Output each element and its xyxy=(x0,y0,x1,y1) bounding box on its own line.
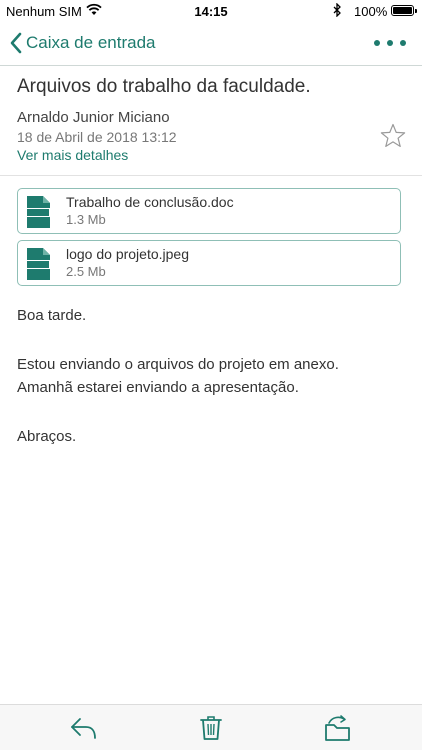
bluetooth-icon xyxy=(333,2,342,20)
attachment-name: Trabalho de conclusão.doc xyxy=(66,194,234,210)
navigation-bar: Caixa de entrada xyxy=(0,22,422,66)
email-sender: Arnaldo Junior Miciano xyxy=(17,109,170,126)
attachment-item[interactable]: logo do projeto.jpeg 2.5 Mb xyxy=(17,240,401,286)
battery-icon xyxy=(391,5,417,16)
bottom-toolbar xyxy=(0,704,422,750)
reply-icon xyxy=(71,718,96,739)
status-bar: Nenhum SIM 14:15 100% xyxy=(0,0,422,22)
document-icon xyxy=(24,247,52,286)
reply-button[interactable] xyxy=(69,714,99,742)
back-button-label: Caixa de entrada xyxy=(26,33,156,52)
more-details-link[interactable]: Ver mais detalhes xyxy=(17,147,128,163)
star-icon[interactable] xyxy=(380,123,406,153)
chevron-left-icon xyxy=(10,32,22,54)
battery-percent: 100% xyxy=(354,4,388,19)
trash-icon xyxy=(200,716,222,740)
attachment-size: 1.3 Mb xyxy=(66,212,106,227)
move-to-folder-icon xyxy=(325,715,350,741)
more-dot-icon xyxy=(400,40,406,46)
more-options-button[interactable] xyxy=(374,36,406,50)
email-subject: Arquivos do trabalho da faculdade. xyxy=(17,76,311,97)
document-icon xyxy=(24,195,52,234)
email-date: 18 de Abril de 2018 13:12 xyxy=(17,129,177,145)
move-to-folder-button[interactable] xyxy=(323,714,353,742)
attachment-name: logo do projeto.jpeg xyxy=(66,246,189,262)
email-body-line: Abraços. xyxy=(17,428,77,445)
delete-button[interactable] xyxy=(196,714,226,742)
email-body-line: Amanhã estarei enviando a apresentação. xyxy=(17,379,299,396)
email-body-line: Boa tarde. xyxy=(17,307,87,324)
email-header: Arquivos do trabalho da faculdade. Arnal… xyxy=(0,66,422,176)
attachment-size: 2.5 Mb xyxy=(66,264,106,279)
email-body-line: Estou enviando o arquivos do projeto em … xyxy=(17,356,339,373)
more-dot-icon xyxy=(374,40,380,46)
more-dot-icon xyxy=(387,40,393,46)
attachment-item[interactable]: Trabalho de conclusão.doc 1.3 Mb xyxy=(17,188,401,234)
back-button[interactable]: Caixa de entrada xyxy=(10,32,155,54)
